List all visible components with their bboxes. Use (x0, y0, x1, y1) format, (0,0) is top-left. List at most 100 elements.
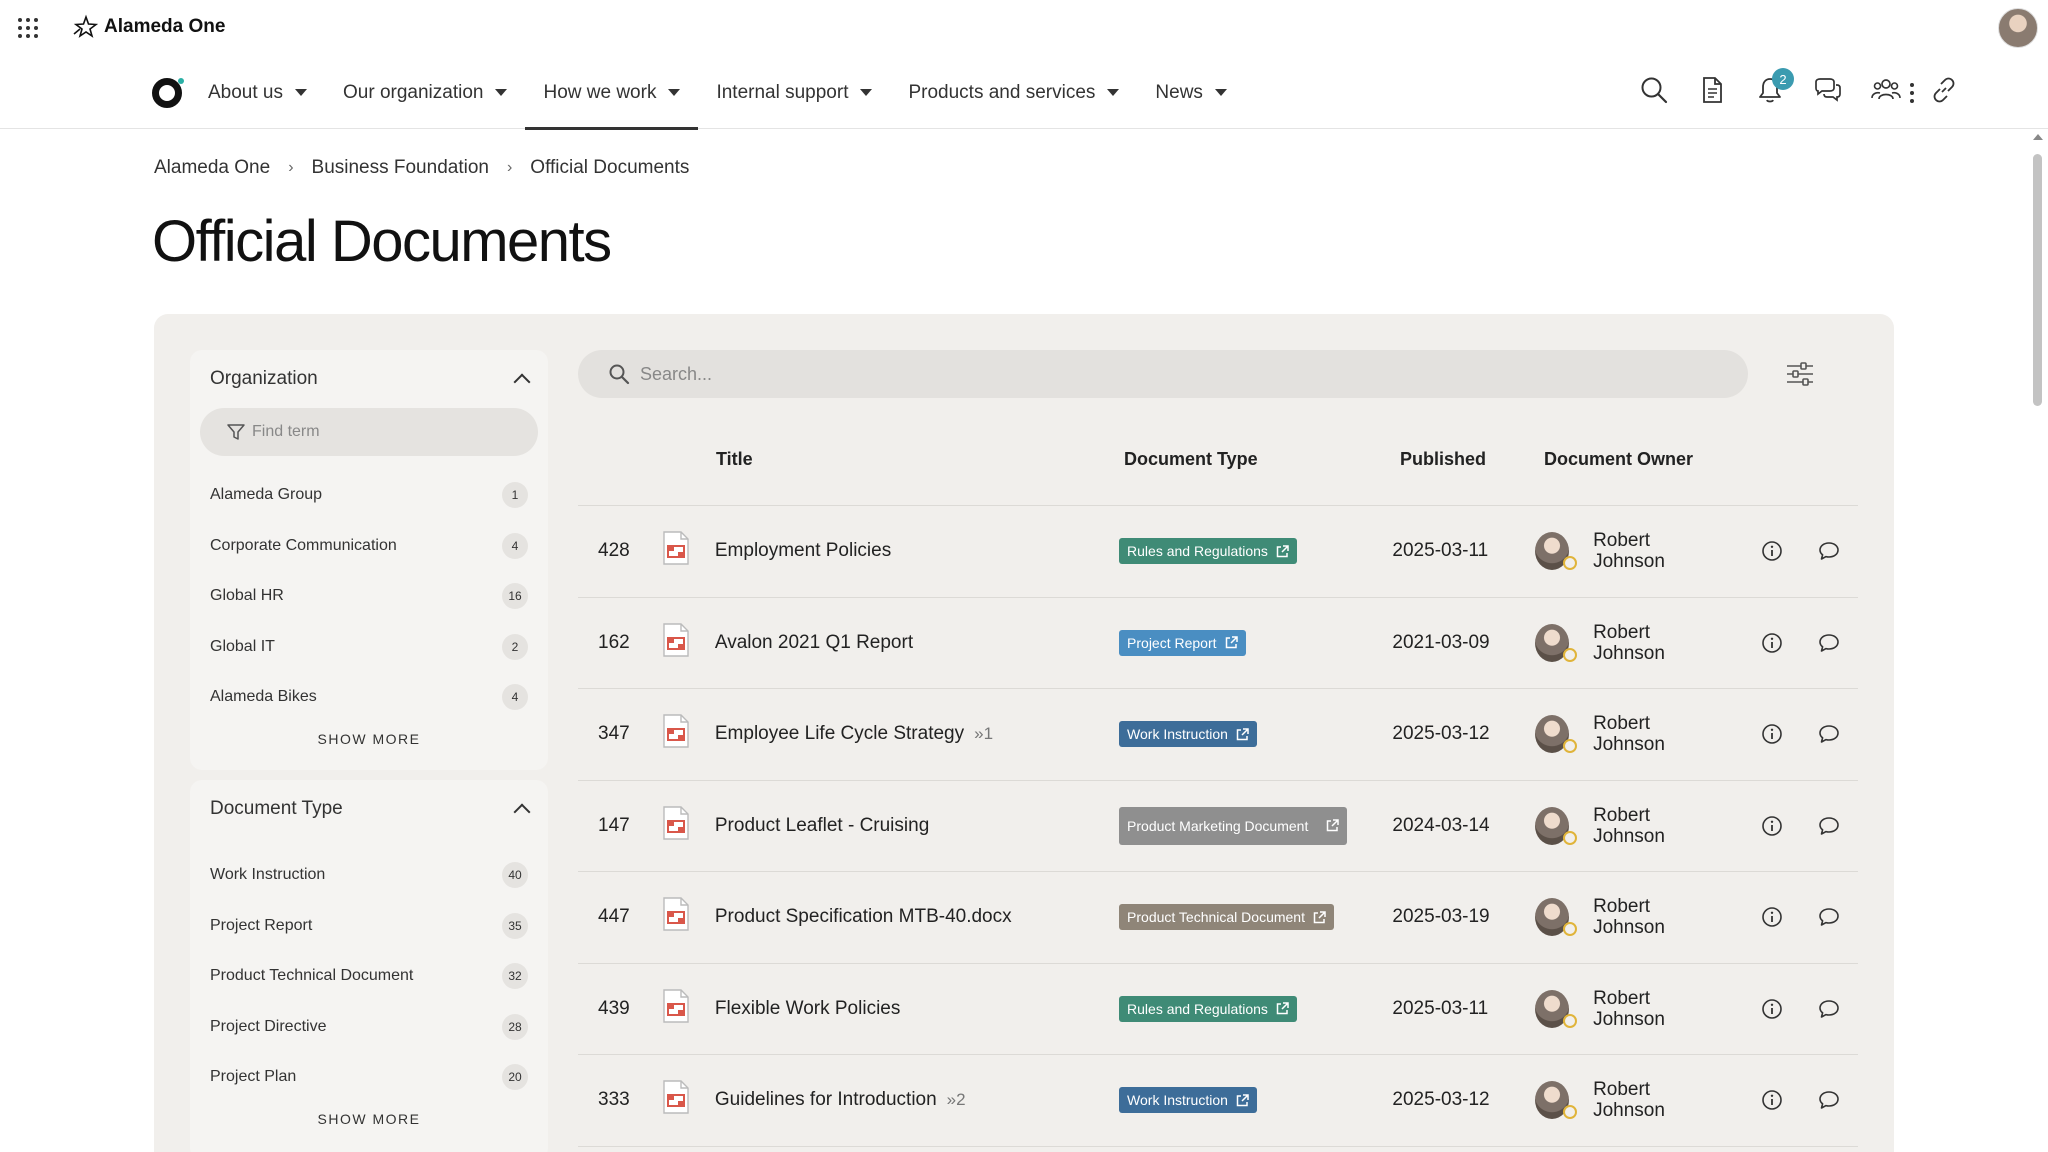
comment-icon[interactable] (1801, 998, 1858, 1020)
header-published[interactable]: Published (1400, 449, 1544, 470)
document-owner[interactable]: Robert Johnson (1535, 622, 1743, 664)
table-row[interactable]: 447 Product Specification MTB-40.docx Prod… (578, 872, 1858, 964)
more-icon[interactable] (1910, 83, 1914, 103)
comment-icon[interactable] (1801, 540, 1858, 562)
document-title-link[interactable]: Employment Policies (715, 540, 891, 562)
document-type-badge[interactable]: Product Technical Document (1119, 904, 1334, 931)
info-icon[interactable] (1743, 540, 1800, 562)
facet-item[interactable]: Product Technical Document 32 (190, 951, 548, 1002)
nav-item-our-organization[interactable]: Our organization (325, 56, 525, 129)
filter-settings-icon[interactable] (1784, 358, 1816, 390)
search-input[interactable]: Search... (578, 350, 1748, 398)
facet-item[interactable]: Corporate Communication 4 (190, 521, 548, 572)
comment-icon[interactable] (1801, 723, 1858, 745)
facet-item-count: 1 (502, 482, 528, 509)
info-icon[interactable] (1743, 998, 1800, 1020)
document-type-facet-header[interactable]: Document Type (190, 780, 548, 838)
organization-facet-header[interactable]: Organization (190, 350, 548, 408)
owner-first-name: Robert (1593, 804, 1651, 826)
facet-item[interactable]: Project Plan 20 (190, 1052, 548, 1103)
document-title-link[interactable]: Employee Life Cycle Strategy (715, 723, 964, 745)
document-type-badge[interactable]: Project Report (1119, 629, 1246, 656)
document-type-badge[interactable]: Rules and Regulations (1119, 995, 1297, 1022)
table-row[interactable]: 439 Flexible Work Policies Rules and Regul… (578, 964, 1858, 1055)
version-count[interactable]: »2 (947, 1090, 966, 1110)
version-count[interactable]: »1 (974, 724, 993, 744)
nav-item-products-and-services[interactable]: Products and services (890, 56, 1137, 129)
document-title-link[interactable]: Guidelines for Introduction (715, 1089, 937, 1111)
facet-item-label: Alameda Group (210, 486, 323, 504)
nav-item-how-we-work[interactable]: How we work (525, 56, 699, 130)
row-id: 439 (598, 997, 630, 1019)
brand[interactable]: Alameda One (72, 14, 225, 40)
external-link-icon (1236, 1094, 1249, 1107)
facet-item[interactable]: Alameda Group 1 (190, 470, 548, 521)
comment-icon[interactable] (1801, 815, 1858, 837)
chat-icon[interactable] (1812, 74, 1844, 106)
header-document-owner[interactable]: Document Owner (1544, 449, 1754, 470)
show-more-button[interactable]: SHOW MORE (190, 1103, 548, 1127)
document-owner[interactable]: Robert Johnson (1535, 896, 1743, 938)
header-document-type[interactable]: Document Type (1124, 449, 1400, 470)
info-icon[interactable] (1743, 632, 1800, 654)
table-row[interactable]: 347 Employee Life Cycle Strategy »1 Work In… (578, 689, 1858, 781)
facet-item[interactable]: Work Instruction 40 (190, 850, 548, 901)
table-row[interactable]: 333 Guidelines for Introduction »2 Work Ins… (578, 1055, 1858, 1147)
user-avatar[interactable] (1998, 8, 2038, 48)
facet-item[interactable]: Global IT 2 (190, 622, 548, 673)
search-icon[interactable] (1638, 74, 1670, 106)
info-icon[interactable] (1743, 723, 1800, 745)
breadcrumb-item[interactable]: Alameda One (154, 157, 270, 179)
breadcrumb-item[interactable]: Business Foundation (312, 157, 489, 179)
info-icon[interactable] (1743, 1089, 1800, 1111)
people-icon[interactable] (1870, 74, 1902, 106)
document-type-badge[interactable]: Work Instruction (1119, 1087, 1257, 1114)
nav-item-label: Products and services (908, 81, 1096, 103)
chevron-up-icon[interactable] (513, 803, 531, 821)
document-title-link[interactable]: Flexible Work Policies (715, 998, 900, 1020)
file-icon (661, 531, 714, 571)
info-icon[interactable] (1743, 906, 1800, 928)
info-icon[interactable] (1743, 815, 1800, 837)
find-term-input[interactable]: Find term (200, 408, 538, 456)
home-logo-icon[interactable] (152, 78, 184, 108)
document-type-badge[interactable]: Rules and Regulations (1119, 538, 1297, 565)
comment-icon[interactable] (1801, 1089, 1858, 1111)
chevron-up-icon[interactable] (513, 373, 531, 391)
table-row[interactable]: 147 Product Leaflet - Cruising Product Mar… (578, 781, 1858, 872)
document-type-badge[interactable]: Product Marketing Document (1119, 806, 1348, 845)
document-title-link[interactable]: Avalon 2021 Q1 Report (715, 632, 913, 654)
facet-item[interactable]: Project Report 35 (190, 901, 548, 952)
scroll-thumb[interactable] (2033, 154, 2042, 406)
comment-icon[interactable] (1801, 906, 1858, 928)
scroll-up-arrow-icon[interactable] (2033, 134, 2043, 140)
document-owner[interactable]: Robert Johnson (1535, 1079, 1743, 1121)
document-owner[interactable]: Robert Johnson (1535, 805, 1743, 847)
row-type-cell: Rules and Regulations (1119, 538, 1392, 565)
show-more-button[interactable]: SHOW MORE (190, 723, 548, 747)
table-row[interactable]: 162 Avalon 2021 Q1 Report Project Report 20… (578, 598, 1858, 689)
app-launcher-icon[interactable] (18, 18, 38, 38)
document-title-link[interactable]: Product Specification MTB-40.docx (715, 906, 1012, 928)
facet-item[interactable]: Project Directive 28 (190, 1002, 548, 1053)
document-owner[interactable]: Robert Johnson (1535, 530, 1743, 572)
page-scrollbar[interactable] (2028, 130, 2048, 1152)
link-icon[interactable] (1928, 74, 1960, 106)
nav-item-internal-support[interactable]: Internal support (698, 56, 890, 129)
document-type-badge[interactable]: Work Instruction (1119, 721, 1257, 748)
nav-item-news[interactable]: News (1137, 56, 1245, 129)
nav-item-about-us[interactable]: About us (190, 56, 325, 129)
document-owner[interactable]: Robert Johnson (1535, 988, 1743, 1030)
comment-icon[interactable] (1801, 632, 1858, 654)
facet-item[interactable]: Alameda Bikes 4 (190, 672, 548, 723)
facet-title: Organization (210, 368, 318, 389)
table-row[interactable]: 428 Employment Policies Rules and Regulati… (578, 506, 1858, 598)
bell-icon[interactable]: 2 (1754, 68, 1794, 106)
file-icon (661, 623, 714, 663)
document-title-link[interactable]: Product Leaflet - Cruising (715, 815, 929, 837)
document-owner[interactable]: Robert Johnson (1535, 713, 1743, 755)
document-type-label: Rules and Regulations (1127, 543, 1268, 560)
facet-item[interactable]: Global HR 16 (190, 571, 548, 622)
header-title[interactable]: Title (716, 449, 1124, 470)
document-icon[interactable] (1696, 74, 1728, 106)
